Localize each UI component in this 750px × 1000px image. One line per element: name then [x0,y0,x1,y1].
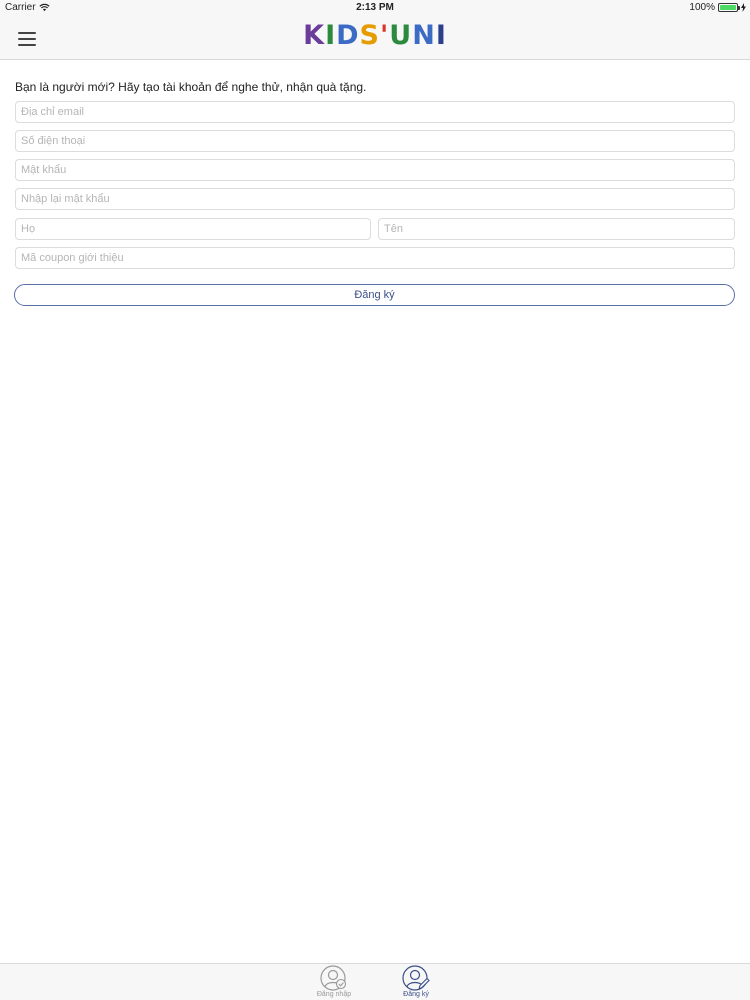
tab-bar: Đăng nhập Đăng ký [0,963,750,1000]
logo-letter: U [389,20,413,51]
logo-letter: ' [379,20,390,51]
intro-text: Bạn là người mới? Hãy tạo tài khoản để n… [15,80,367,94]
tab-register-label: Đăng ký [403,991,429,998]
status-right: 100% [689,2,746,13]
logo-letter: D [336,20,360,51]
battery-fill [720,5,736,10]
last-name-field[interactable] [15,218,371,240]
tab-login-label: Đăng nhập [316,991,352,998]
logo-letter: N [412,20,436,51]
battery-percent: 100% [689,2,715,13]
logo-letter: I [325,20,337,51]
logo-letter: I [435,20,447,51]
nav-bar: KIDS'UNI [0,16,750,60]
user-edit-icon [402,965,430,991]
battery-icon [718,3,740,12]
phone-field[interactable] [15,130,735,152]
password-field[interactable] [15,159,735,181]
charging-icon [741,3,746,12]
coupon-field[interactable] [15,247,735,269]
tab-login[interactable]: Đăng nhập [304,964,364,1000]
password-confirm-field[interactable] [15,188,735,210]
register-button[interactable]: Đăng ký [14,284,735,306]
tab-register[interactable]: Đăng ký [386,964,446,1000]
logo-letter: K [303,20,326,51]
app-logo: KIDS'UNI [0,20,750,51]
first-name-field[interactable] [378,218,735,240]
logo-letter: S [359,20,380,51]
email-field[interactable] [15,101,735,123]
status-bar: Carrier 2:13 PM 100% [0,0,750,16]
status-time: 2:13 PM [356,2,394,13]
user-check-icon [320,965,347,991]
